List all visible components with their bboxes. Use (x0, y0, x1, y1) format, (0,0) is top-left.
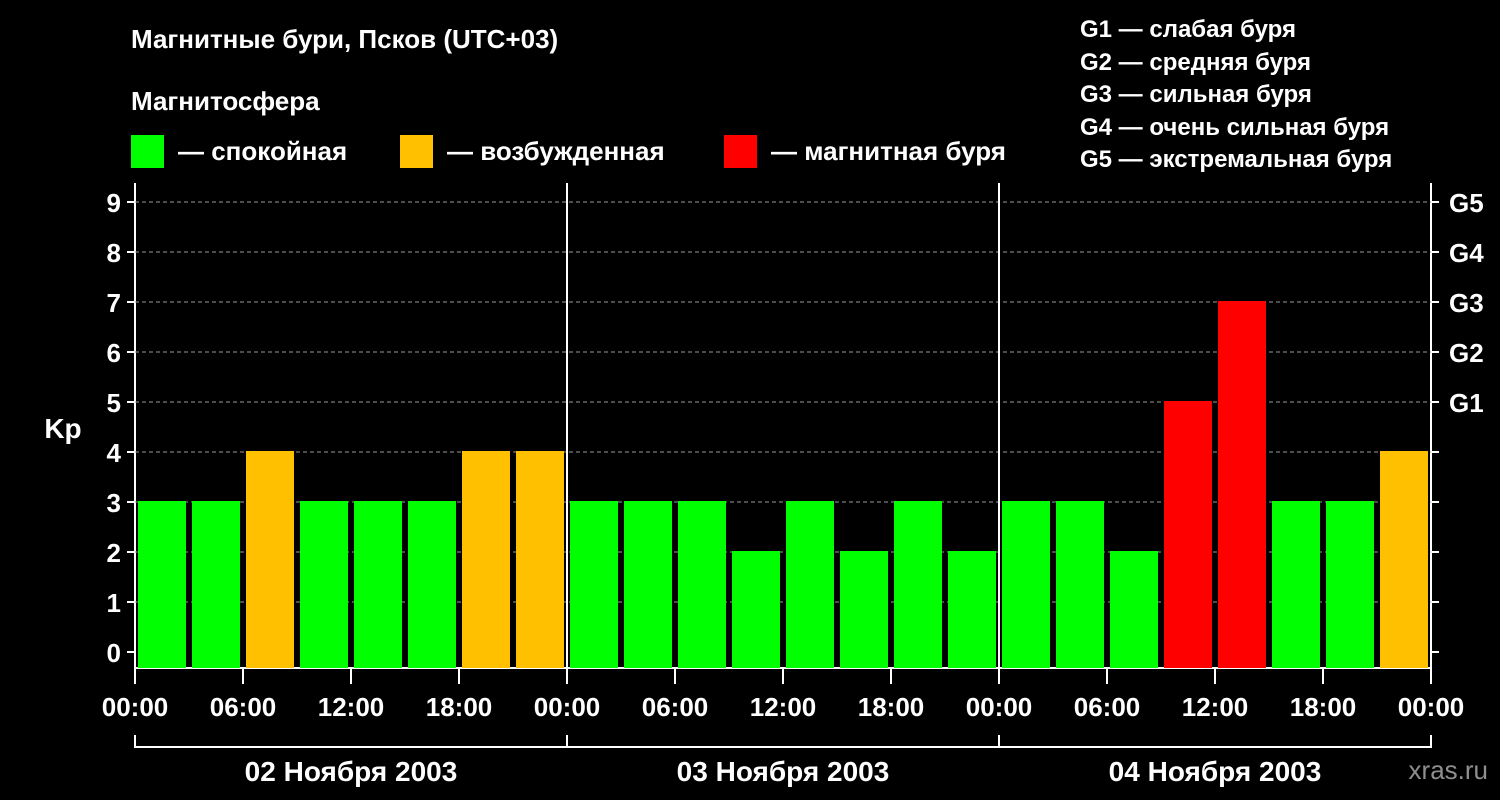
day-label: 02 Ноября 2003 (245, 756, 458, 787)
g-level-label: G2 (1449, 338, 1484, 368)
kp-bar (1164, 401, 1212, 668)
g-level-label: G3 (1449, 288, 1484, 318)
y-tick-label: 1 (107, 588, 121, 618)
x-tick-label: 12:00 (318, 692, 385, 722)
kp-bar (624, 501, 672, 668)
y-axis-label: Kp (44, 413, 81, 444)
x-tick-label: 18:00 (426, 692, 493, 722)
kp-bar (300, 501, 348, 668)
kp-bar (894, 501, 942, 668)
x-tick-label: 06:00 (210, 692, 277, 722)
kp-bar (192, 501, 240, 668)
y-tick-label: 8 (107, 238, 121, 268)
kp-bar (408, 501, 456, 668)
kp-bar (840, 551, 888, 668)
x-tick-label: 00:00 (102, 692, 169, 722)
x-tick-label: 12:00 (750, 692, 817, 722)
y-tick-label: 4 (107, 438, 122, 468)
x-tick-label: 00:00 (534, 692, 601, 722)
kp-bar (354, 501, 402, 668)
y-tick-label: 2 (107, 538, 121, 568)
kp-bar (1272, 501, 1320, 668)
kp-bar (1326, 501, 1374, 668)
y-tick-label: 3 (107, 488, 121, 518)
kp-bar (1056, 501, 1104, 668)
kp-bar (246, 451, 294, 668)
y-tick-label: 6 (107, 338, 121, 368)
x-tick-label: 18:00 (1290, 692, 1357, 722)
kp-bar-chart: 0 1 2 3 4 5 6 7 8 9 G1 G2 G3 G4 G5 Kp 00:00 06:00 12:00 18:… (44, 183, 1484, 787)
y-tick-label: 7 (107, 288, 121, 318)
x-tick-label: 00:00 (966, 692, 1033, 722)
y-tick-label: 9 (107, 188, 121, 218)
g-level-label: G1 (1449, 388, 1484, 418)
day-label: 04 Ноября 2003 (1109, 756, 1322, 787)
kp-bar (138, 501, 186, 668)
kp-bar (786, 501, 834, 668)
x-tick-label: 06:00 (642, 692, 709, 722)
day-label: 03 Ноября 2003 (677, 756, 890, 787)
kp-bar (570, 501, 618, 668)
x-tick-label: 06:00 (1074, 692, 1141, 722)
kp-bar (1380, 451, 1428, 668)
kp-bar (1218, 301, 1266, 668)
x-tick-label: 00:00 (1398, 692, 1465, 722)
kp-bar (678, 501, 726, 668)
kp-bar (1002, 501, 1050, 668)
watermark: xras.ru (1408, 755, 1488, 785)
g-level-label: G4 (1449, 238, 1484, 268)
kp-bar (732, 551, 780, 668)
kp-bar (516, 451, 564, 668)
y-tick-label: 0 (107, 638, 121, 668)
kp-bar (462, 451, 510, 668)
kp-bar (948, 551, 996, 668)
x-tick-label: 12:00 (1182, 692, 1249, 722)
kp-bar (1110, 551, 1158, 668)
x-tick-label: 18:00 (858, 692, 925, 722)
y-tick-label: 5 (107, 388, 121, 418)
g-level-label: G5 (1449, 188, 1484, 218)
